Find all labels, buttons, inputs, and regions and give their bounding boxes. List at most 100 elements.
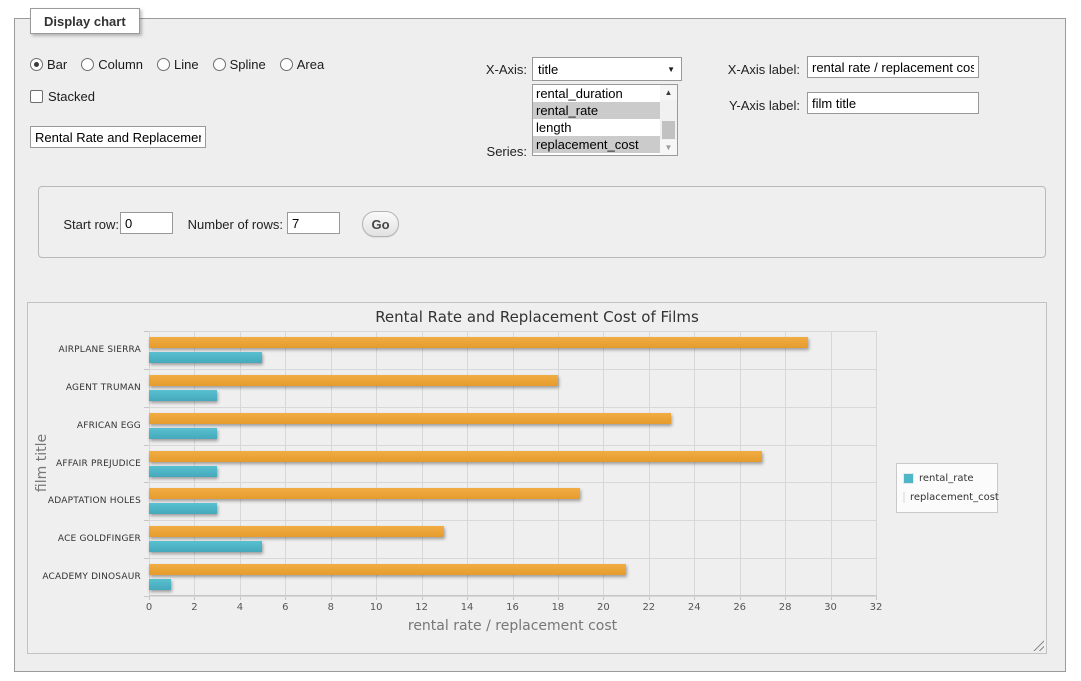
x-axis-label-input[interactable] <box>807 56 979 78</box>
scroll-down-icon[interactable]: ▼ <box>660 140 677 155</box>
category-label: ADAPTATION HOLES <box>28 496 141 506</box>
bar-replacement_cost[interactable] <box>149 451 762 462</box>
bar-rental_rate[interactable] <box>149 352 262 363</box>
y-axis-tick <box>144 520 149 521</box>
start-row-label: Start row: <box>20 217 119 232</box>
x-axis-select-label: X-Axis: <box>430 62 527 77</box>
bar-rental_rate[interactable] <box>149 466 217 477</box>
bar-rental_rate[interactable] <box>149 390 217 401</box>
radio-area[interactable]: Area <box>280 57 324 72</box>
x-axis-select[interactable]: title ▼ <box>532 57 682 81</box>
radio-button-line[interactable] <box>157 58 170 71</box>
bar-rental_rate[interactable] <box>149 428 217 439</box>
radio-label-area: Area <box>297 57 324 72</box>
gridline-vertical <box>603 331 604 596</box>
radio-bar[interactable]: Bar <box>30 57 67 72</box>
listbox-scrollbar[interactable]: ▲ ▼ <box>660 85 677 155</box>
bar-replacement_cost[interactable] <box>149 526 444 537</box>
gridline-vertical <box>876 331 877 596</box>
chart-x-axis-title: rental rate / replacement cost <box>149 618 876 634</box>
bar-rental_rate[interactable] <box>149 503 217 514</box>
bar-replacement_cost[interactable] <box>149 375 558 386</box>
bar-replacement_cost[interactable] <box>149 337 808 348</box>
scroll-up-icon[interactable]: ▲ <box>660 85 677 100</box>
x-axis-tick-label: 22 <box>634 602 664 613</box>
series-option-replacement_cost[interactable]: replacement_cost <box>533 136 660 153</box>
x-axis-tick-label: 18 <box>543 602 573 613</box>
radio-column[interactable]: Column <box>81 57 143 72</box>
chart-type-radio-group: Bar Column Line Spline Area <box>30 57 332 72</box>
plot-area <box>149 331 876 596</box>
stacked-checkbox[interactable] <box>30 90 43 103</box>
series-listbox[interactable]: rental_durationrental_ratelengthreplacem… <box>532 84 678 156</box>
legend-label: rental_rate <box>919 473 974 484</box>
bar-replacement_cost[interactable] <box>149 564 626 575</box>
gridline-vertical <box>785 331 786 596</box>
x-axis-label-label: X-Axis label: <box>704 62 800 77</box>
legend-item-rental_rate[interactable]: rental_rate <box>903 469 991 488</box>
gridline-vertical <box>376 331 377 596</box>
stacked-checkbox-row[interactable]: Stacked <box>30 89 95 104</box>
bar-rental_rate[interactable] <box>149 579 171 590</box>
radio-spline[interactable]: Spline <box>213 57 266 72</box>
fieldset-legend: Display chart <box>30 8 140 34</box>
gridline-vertical <box>740 331 741 596</box>
gridline-horizontal <box>149 369 876 370</box>
bar-rental_rate[interactable] <box>149 541 262 552</box>
gridline-vertical <box>558 331 559 596</box>
resize-handle-icon[interactable] <box>1033 640 1044 651</box>
gridline-vertical <box>194 331 195 596</box>
gridline-vertical <box>285 331 286 596</box>
radio-button-column[interactable] <box>81 58 94 71</box>
x-axis-selected-value: title <box>538 62 558 77</box>
y-axis-tick <box>144 558 149 559</box>
x-axis-tick-label: 6 <box>270 602 300 613</box>
y-axis-tick <box>144 407 149 408</box>
x-axis-tick-label: 2 <box>179 602 209 613</box>
chart-title-input[interactable] <box>30 126 206 148</box>
series-select-label: Series: <box>430 144 527 159</box>
chart-panel: Rental Rate and Replacement Cost of Film… <box>27 302 1047 654</box>
x-axis-tick-label: 4 <box>225 602 255 613</box>
radio-label-line: Line <box>174 57 199 72</box>
gridline-vertical <box>149 331 150 596</box>
x-axis-tick-label: 10 <box>361 602 391 613</box>
stacked-label: Stacked <box>48 89 95 104</box>
number-of-rows-input[interactable] <box>287 212 340 234</box>
category-label: AIRPLANE SIERRA <box>28 345 141 355</box>
y-axis-label-input[interactable] <box>807 92 979 114</box>
series-option-rental_duration[interactable]: rental_duration <box>533 85 660 102</box>
chart-legend: rental_rate replacement_cost <box>896 463 998 513</box>
radio-label-bar: Bar <box>47 57 67 72</box>
x-axis-tick <box>876 596 877 600</box>
category-label: AGENT TRUMAN <box>28 383 141 393</box>
gridline-horizontal <box>149 445 876 446</box>
gridline-horizontal <box>149 596 876 597</box>
chevron-down-icon: ▼ <box>667 65 675 74</box>
go-button[interactable]: Go <box>362 211 399 237</box>
gridline-vertical <box>649 331 650 596</box>
radio-button-spline[interactable] <box>213 58 226 71</box>
gridline-horizontal <box>149 482 876 483</box>
radio-button-bar[interactable] <box>30 58 43 71</box>
x-axis-line <box>149 595 876 596</box>
x-axis-tick-label: 20 <box>588 602 618 613</box>
x-axis-tick-label: 30 <box>816 602 846 613</box>
bar-replacement_cost[interactable] <box>149 413 671 424</box>
scrollbar-thumb[interactable] <box>662 121 675 139</box>
y-axis-tick <box>144 482 149 483</box>
category-label: ACADEMY DINOSAUR <box>28 572 141 582</box>
y-axis-tick <box>144 596 149 597</box>
series-option-length[interactable]: length <box>533 119 660 136</box>
gridline-vertical <box>513 331 514 596</box>
bar-replacement_cost[interactable] <box>149 488 580 499</box>
legend-swatch-icon <box>903 473 914 484</box>
radio-button-area[interactable] <box>280 58 293 71</box>
radio-label-column: Column <box>98 57 143 72</box>
series-option-rental_rate[interactable]: rental_rate <box>533 102 660 119</box>
legend-swatch-icon <box>903 492 905 503</box>
legend-item-replacement_cost[interactable]: replacement_cost <box>903 488 991 507</box>
radio-line[interactable]: Line <box>157 57 199 72</box>
x-axis-tick-label: 24 <box>679 602 709 613</box>
gridline-horizontal <box>149 520 876 521</box>
